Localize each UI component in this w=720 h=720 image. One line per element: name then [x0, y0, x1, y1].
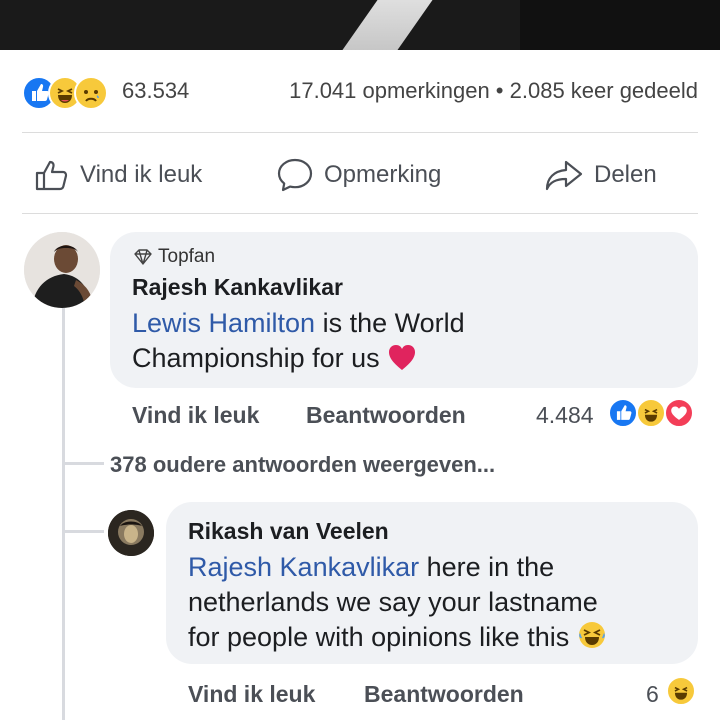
comment-bubble: Topfan Rajesh Kankavlikar Lewis Hamilton… [110, 232, 698, 388]
like-button-label: Vind ik leuk [80, 161, 203, 188]
speech-bubble-icon [277, 158, 313, 192]
topfan-label: Topfan [158, 246, 216, 267]
comment-button-label: Opmerking [324, 161, 442, 188]
comment-text-line: Championship for us [132, 343, 380, 373]
reply-reply-button[interactable]: Beantwoorden [364, 681, 524, 708]
post-image-crop[interactable] [0, 0, 720, 50]
laughing-crying-icon [578, 622, 605, 648]
share-arrow-icon [545, 160, 583, 191]
thumbs-up-icon [35, 160, 68, 191]
post-stats-row: 63.534 17.041 opmerkingen • 2.085 keer g… [0, 72, 720, 112]
share-button[interactable]: Delen [544, 150, 657, 200]
reply-reactions[interactable] [666, 676, 698, 706]
comment-reactions[interactable] [608, 398, 700, 428]
comments-shares-count[interactable]: 17.041 opmerkingen • 2.085 keer gedeeld [289, 78, 698, 104]
love-icon [664, 398, 694, 428]
sad-icon [74, 76, 108, 110]
comment-button[interactable]: Opmerking [276, 150, 441, 200]
topfan-badge: Topfan [134, 246, 215, 268]
comment-text-line: is the World [315, 308, 465, 338]
heart-icon [389, 345, 416, 370]
comment-like-button[interactable]: Vind ik leuk [132, 402, 259, 429]
avatar[interactable] [108, 510, 154, 556]
diamond-icon [134, 249, 152, 265]
divider [22, 213, 698, 214]
thread-connector [62, 530, 104, 533]
comment-reply-button[interactable]: Beantwoorden [306, 402, 466, 429]
haha-icon [636, 398, 666, 428]
reply-text-line: for people with opinions like this [188, 622, 570, 652]
haha-icon [666, 676, 696, 706]
avatar-photo [108, 510, 154, 556]
reply-text-line: here in the [419, 552, 555, 582]
avatar[interactable] [24, 232, 100, 308]
reply-text: Rajesh Kankavlikar here in the netherlan… [188, 550, 694, 655]
reply-text-line: netherlands we say your lastname [188, 587, 598, 617]
avatar-photo [24, 232, 100, 308]
thread-line [62, 305, 65, 720]
mention-link[interactable]: Rajesh Kankavlikar [188, 552, 419, 582]
reply-like-button[interactable]: Vind ik leuk [188, 681, 315, 708]
image-light-streak [328, 0, 447, 50]
reply-author[interactable]: Rikash van Veelen [188, 518, 389, 545]
reply-reaction-count[interactable]: 6 [646, 681, 659, 708]
like-icon [608, 398, 638, 428]
comment-author[interactable]: Rajesh Kankavlikar [132, 274, 343, 301]
reaction-count[interactable]: 63.534 [122, 78, 189, 104]
comment-reaction-count[interactable]: 4.484 [536, 402, 594, 429]
post-reactions[interactable] [22, 76, 118, 110]
divider [22, 132, 698, 133]
thread-connector [62, 462, 104, 465]
comment-text: Lewis Hamilton is the World Championship… [132, 306, 692, 376]
reply-bubble: Rikash van Veelen Rajesh Kankavlikar her… [166, 502, 698, 664]
view-older-replies-link[interactable]: 378 oudere antwoorden weergeven... [110, 452, 495, 478]
post-action-bar: Vind ik leuk Opmerking Delen [0, 150, 720, 200]
like-button[interactable]: Vind ik leuk [34, 150, 202, 200]
mention-link[interactable]: Lewis Hamilton [132, 308, 315, 338]
image-shadow [520, 0, 720, 50]
share-button-label: Delen [594, 161, 657, 188]
